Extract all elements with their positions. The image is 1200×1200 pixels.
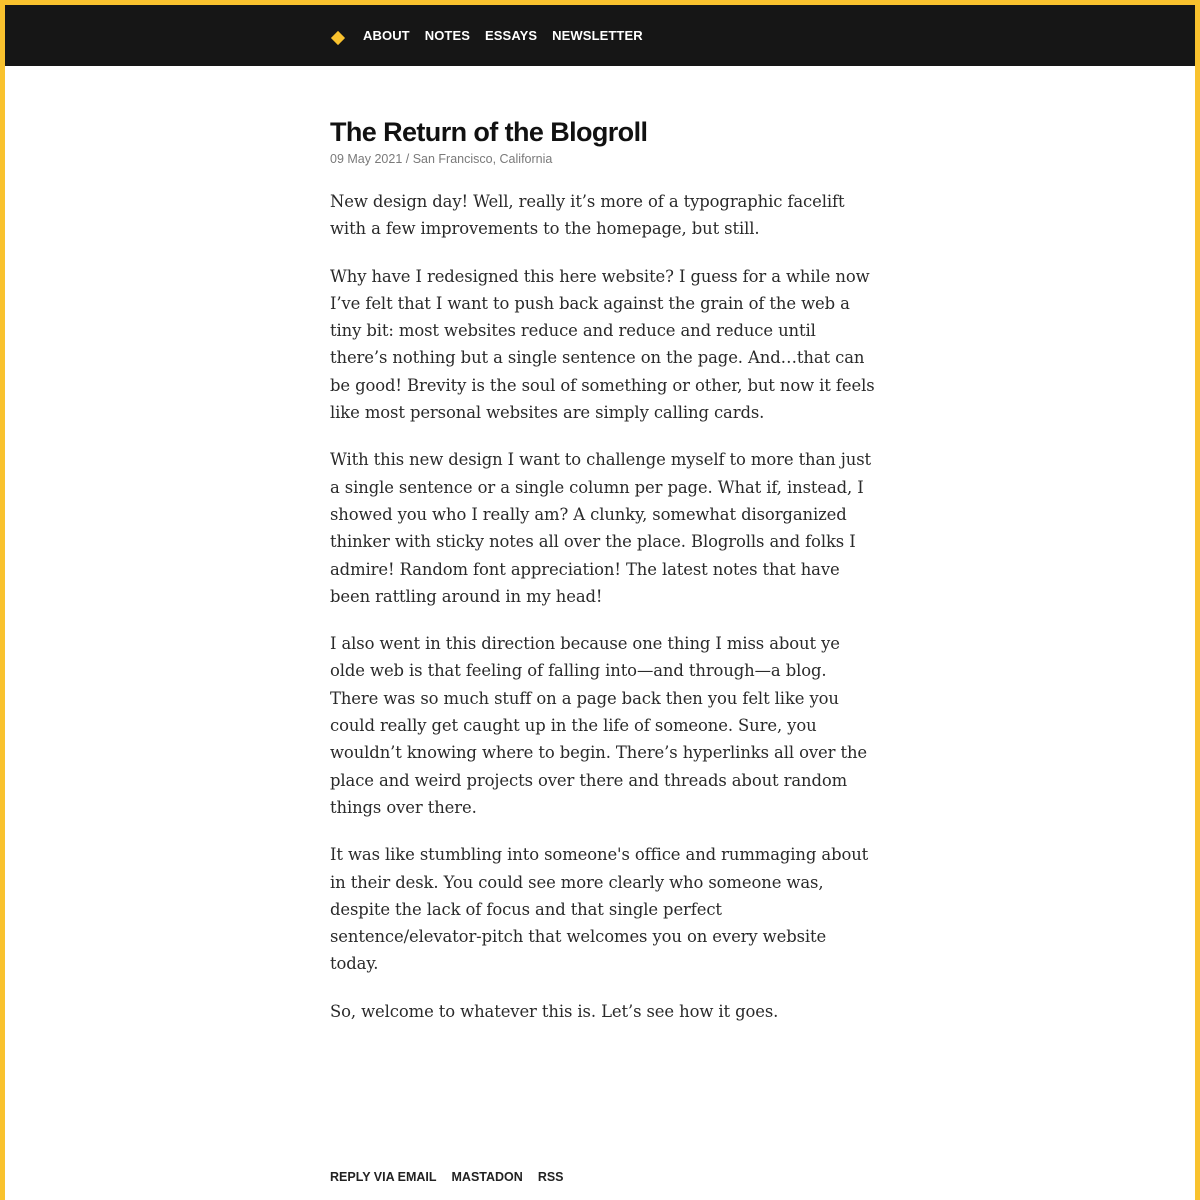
main-nav: ABOUT NOTES ESSAYS NEWSLETTER <box>330 5 658 66</box>
nav-link-about[interactable]: ABOUT <box>363 28 410 43</box>
article-paragraph: I also went in this direction because on… <box>330 634 868 817</box>
article-paragraph: With this new design I want to challenge… <box>330 450 871 606</box>
article-meta: 09 May 2021 / San Francisco, California <box>330 152 553 166</box>
article-body: New design day! Well, really it’s more o… <box>330 188 875 1025</box>
article-footer: REPLY VIA EMAIL MASTADON RSS <box>330 1170 579 1184</box>
nav-link-notes[interactable]: NOTES <box>425 28 470 43</box>
article-paragraph: Why have I redesigned this here website?… <box>330 266 875 423</box>
article: The Return of the Blogroll 09 May 2021 /… <box>330 113 875 1045</box>
reply-via-email-link[interactable]: REPLY VIA EMAIL <box>330 1170 437 1184</box>
rss-link[interactable]: RSS <box>538 1170 564 1184</box>
article-paragraph: So, welcome to whatever this is. Let’s s… <box>330 1001 779 1021</box>
nav-link-newsletter[interactable]: NEWSLETTER <box>552 28 643 43</box>
article-title: The Return of the Blogroll <box>330 117 648 147</box>
article-paragraph: It was like stumbling into someone's off… <box>330 845 869 974</box>
top-navigation-bar: ABOUT NOTES ESSAYS NEWSLETTER <box>5 5 1195 66</box>
mastodon-link[interactable]: MASTADON <box>452 1170 523 1184</box>
diamond-logo-icon[interactable] <box>330 30 346 45</box>
article-paragraph: New design day! Well, really it’s more o… <box>330 192 845 239</box>
nav-link-essays[interactable]: ESSAYS <box>485 28 537 43</box>
